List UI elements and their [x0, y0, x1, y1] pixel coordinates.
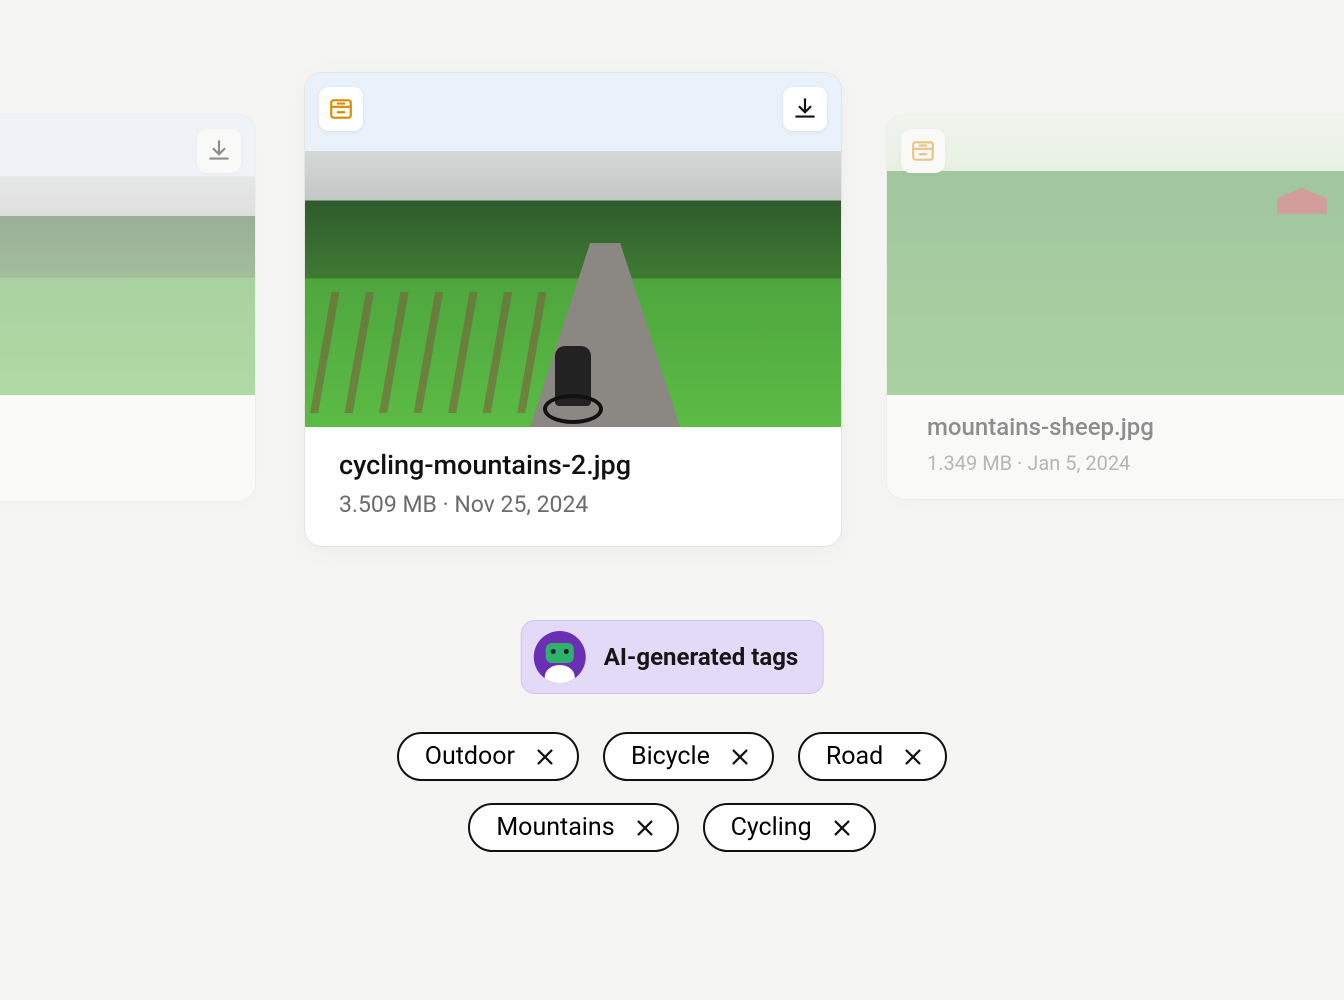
- image-card-current[interactable]: cycling-mountains-2.jpg 3.509 MB · Nov 2…: [304, 72, 842, 547]
- image-card-next[interactable]: mountains-sheep.jpg 1.349 MB · Jan 5, 20…: [886, 114, 1344, 500]
- filename-label: g: [0, 417, 221, 442]
- close-icon: [729, 746, 751, 768]
- filename-label: mountains-sheep.jpg: [927, 413, 1331, 441]
- tag-chip[interactable]: Bicycle: [603, 732, 774, 781]
- archive-icon: [328, 96, 354, 122]
- close-icon: [831, 817, 853, 839]
- file-meta: 1.349 MB · Jan 5, 2024: [927, 451, 1331, 475]
- filename-label: cycling-mountains-2.jpg: [339, 449, 807, 481]
- tag-list: Outdoor Bicycle Road Mountains Cycling: [352, 732, 992, 852]
- ai-tags-badge: AI-generated tags: [521, 620, 824, 694]
- close-icon: [634, 817, 656, 839]
- tag-remove-button[interactable]: [633, 816, 657, 840]
- image-card-prev[interactable]: g 2024: [0, 114, 256, 502]
- image-carousel: g 2024: [0, 0, 1344, 600]
- tag-chip[interactable]: Mountains: [468, 803, 678, 852]
- archive-button[interactable]: [319, 87, 363, 131]
- file-date: Nov 25, 2024: [454, 491, 588, 518]
- tag-remove-button[interactable]: [533, 745, 557, 769]
- archive-button[interactable]: [901, 129, 945, 173]
- download-button[interactable]: [783, 87, 827, 131]
- tag-label: Bicycle: [631, 742, 710, 771]
- download-icon: [792, 96, 818, 122]
- card-image: [305, 73, 841, 427]
- tag-remove-button[interactable]: [830, 816, 854, 840]
- tag-label: Road: [826, 742, 883, 771]
- file-size: 1.349 MB: [927, 451, 1012, 475]
- ai-tags-label: AI-generated tags: [604, 643, 799, 671]
- tag-chip[interactable]: Outdoor: [397, 732, 579, 781]
- tag-label: Mountains: [496, 813, 614, 842]
- tag-chip[interactable]: Cycling: [703, 803, 876, 852]
- close-icon: [534, 746, 556, 768]
- meta-separator: ·: [1012, 451, 1027, 475]
- file-date: Jan 5, 2024: [1027, 451, 1130, 475]
- close-icon: [902, 746, 924, 768]
- tag-label: Outdoor: [425, 742, 515, 771]
- tag-chip[interactable]: Road: [798, 732, 947, 781]
- ai-bot-icon: [534, 631, 586, 683]
- download-icon: [206, 138, 232, 164]
- card-image: [887, 115, 1344, 395]
- file-size: 3.509 MB: [339, 491, 437, 518]
- archive-icon: [910, 138, 936, 164]
- tag-label: Cycling: [731, 813, 812, 842]
- tag-remove-button[interactable]: [728, 745, 752, 769]
- meta-separator: ·: [437, 491, 454, 518]
- file-meta: 2024: [0, 452, 221, 473]
- file-meta: 3.509 MB · Nov 25, 2024: [339, 491, 807, 518]
- download-button[interactable]: [197, 129, 241, 173]
- card-image: [0, 115, 255, 395]
- tag-remove-button[interactable]: [901, 745, 925, 769]
